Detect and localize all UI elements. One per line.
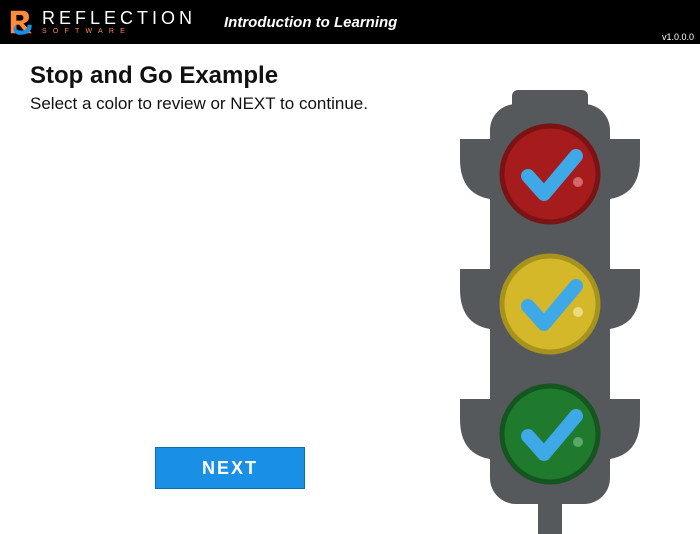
traffic-light-red[interactable] <box>502 126 598 222</box>
logo-sub-text: SOFTWARE <box>42 28 196 35</box>
traffic-light-cap <box>512 90 588 110</box>
logo-main-text: REFLECTION <box>42 9 196 27</box>
traffic-light-yellow[interactable] <box>502 256 598 352</box>
logo-text: REFLECTION SOFTWARE <box>42 9 196 35</box>
version-label: v1.0.0.0 <box>662 32 694 42</box>
brand-logo: REFLECTION SOFTWARE <box>8 8 196 36</box>
traffic-light-pole <box>538 504 562 534</box>
page-content: Stop and Go Example Select a color to re… <box>0 44 700 521</box>
traffic-light <box>420 44 680 534</box>
course-title: Introduction to Learning <box>224 14 397 31</box>
traffic-light-green[interactable] <box>502 386 598 482</box>
logo-icon <box>8 8 36 36</box>
next-button[interactable]: NEXT <box>155 447 305 489</box>
app-header: REFLECTION SOFTWARE Introduction to Lear… <box>0 0 700 44</box>
